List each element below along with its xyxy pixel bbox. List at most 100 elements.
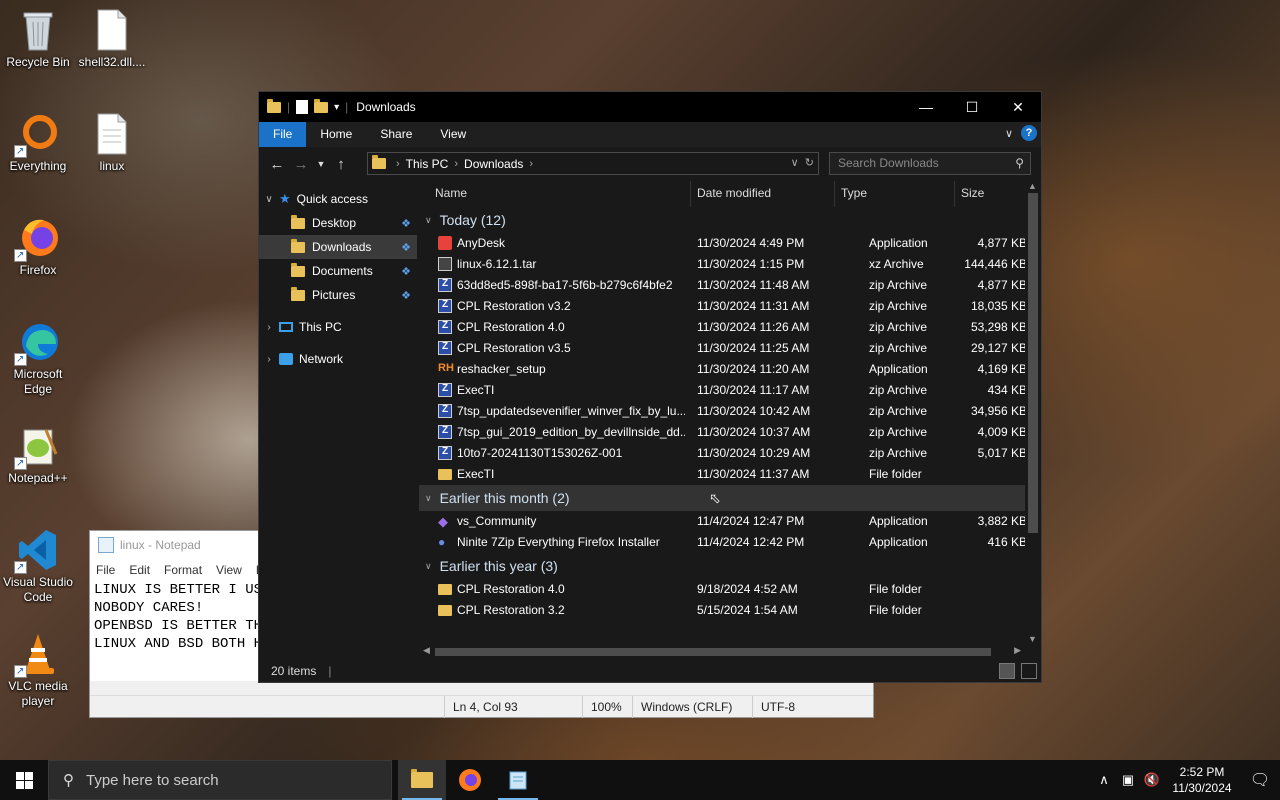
file-name: CPL Restoration v3.5: [457, 341, 571, 355]
file-row[interactable]: 7tsp_gui_2019_edition_by_devillnside_dd.…: [419, 422, 1025, 443]
group-header-earlier-year[interactable]: ∨ Earlier this year (3): [419, 553, 1025, 579]
back-arrow-icon[interactable]: ←: [265, 156, 289, 173]
help-icon[interactable]: ?: [1021, 125, 1037, 141]
horizontal-scrollbar[interactable]: ◀ ▶: [419, 644, 1025, 660]
volume-muted-icon[interactable]: 🔇: [1140, 772, 1164, 788]
scroll-right-arrow-icon[interactable]: ▶: [1014, 645, 1021, 656]
desktop-icon-firefox[interactable]: Firefox: [0, 216, 76, 278]
notepad-menu-view[interactable]: View: [216, 563, 242, 577]
scroll-up-arrow-icon[interactable]: ▲: [1028, 181, 1037, 191]
file-row[interactable]: ● Ninite 7Zip Everything Firefox Installe…: [419, 532, 1025, 553]
breadcrumb-downloads[interactable]: Downloads: [464, 157, 523, 171]
group-header-today[interactable]: ∨ Today (12): [419, 207, 1025, 233]
chevron-right-icon[interactable]: ›: [259, 354, 279, 365]
scrollbar-thumb[interactable]: [1028, 193, 1038, 533]
breadcrumb-separator[interactable]: ›: [396, 158, 400, 170]
search-input[interactable]: Search Downloads ⚲: [829, 152, 1031, 175]
explorer-title-bar[interactable]: | ▾ | Downloads — ☐ ✕: [259, 92, 1041, 122]
breadcrumb-this-pc[interactable]: This PC: [406, 157, 449, 171]
file-explorer-window[interactable]: | ▾ | Downloads — ☐ ✕ File Home Share Vi…: [258, 91, 1042, 683]
file-row[interactable]: RH reshacker_setup 11/30/2024 11:20 AM Appl…: [419, 359, 1025, 380]
desktop-icon-linux[interactable]: linux: [74, 112, 150, 174]
chevron-up-icon[interactable]: ∧: [1092, 772, 1116, 788]
column-header-date[interactable]: Date modified: [691, 181, 835, 207]
address-dropdown-refresh[interactable]: ∨ ↻: [791, 156, 814, 169]
file-row[interactable]: 7tsp_updatedsevenifier_winver_fix_by_lu.…: [419, 401, 1025, 422]
scroll-left-arrow-icon[interactable]: ◀: [423, 645, 430, 656]
customize-toolbar-icon[interactable]: ▾: [334, 102, 339, 113]
zip-icon: [438, 299, 452, 313]
chevron-right-icon[interactable]: ›: [259, 322, 279, 333]
column-header-size[interactable]: Size: [955, 181, 1025, 207]
file-row[interactable]: ExecTI 11/30/2024 11:17 AM zip Archive 434 …: [419, 380, 1025, 401]
nav-downloads[interactable]: Downloads ❖: [259, 235, 417, 259]
file-row[interactable]: ExecTI 11/30/2024 11:37 AM File folder: [419, 464, 1025, 485]
desktop-icon-label: VLC media player: [8, 679, 68, 708]
file-row[interactable]: CPL Restoration v3.2 11/30/2024 11:31 AM z…: [419, 296, 1025, 317]
nav-network[interactable]: › Network: [259, 347, 417, 371]
file-row[interactable]: CPL Restoration 3.2 5/15/2024 1:54 AM File…: [419, 600, 1025, 621]
file-row[interactable]: linux-6.12.1.tar 11/30/2024 1:15 PM xz Arc…: [419, 254, 1025, 275]
column-header-name[interactable]: Name: [429, 181, 691, 207]
chevron-down-icon[interactable]: ∨: [259, 194, 279, 205]
column-header-type[interactable]: Type: [835, 181, 955, 207]
large-icons-view-button[interactable]: [1021, 663, 1037, 679]
breadcrumb-separator[interactable]: ›: [529, 158, 533, 170]
file-list[interactable]: Name Date modified Type Size ∨ Today (12…: [419, 181, 1025, 644]
new-folder-icon[interactable]: [314, 98, 329, 113]
group-header-earlier-month[interactable]: ∨ Earlier this month (2) ⬁: [419, 485, 1025, 511]
tab-home[interactable]: Home: [306, 122, 366, 147]
nav-desktop[interactable]: Desktop ❖: [259, 211, 417, 235]
taskbar-search-box[interactable]: ⚲ Type here to search: [48, 760, 392, 800]
expand-ribbon-icon[interactable]: ∨: [1005, 127, 1013, 140]
nav-label: This PC: [299, 320, 342, 334]
notepad-menu-format[interactable]: Format: [164, 563, 202, 577]
maximize-button[interactable]: ☐: [949, 92, 995, 122]
file-row[interactable]: ◆ vs_Community 11/4/2024 12:47 PM Applicati…: [419, 511, 1025, 532]
start-button[interactable]: [0, 760, 48, 800]
details-view-button[interactable]: [999, 663, 1015, 679]
file-size: 29,127 KB: [970, 341, 1025, 355]
breadcrumb-separator[interactable]: ›: [454, 158, 458, 170]
nav-pictures[interactable]: Pictures ❖: [259, 283, 417, 307]
up-arrow-icon[interactable]: ↑: [329, 156, 353, 173]
network-icon[interactable]: ▣: [1116, 772, 1140, 788]
desktop-icon-edge[interactable]: Microsoft Edge: [0, 320, 76, 397]
tab-file[interactable]: File: [259, 122, 307, 147]
forward-arrow-icon[interactable]: →: [289, 156, 313, 173]
nav-quick-access[interactable]: ∨ ★ Quick access: [259, 187, 417, 211]
scroll-down-arrow-icon[interactable]: ▼: [1028, 634, 1037, 644]
taskbar-firefox[interactable]: [446, 760, 494, 800]
nav-this-pc[interactable]: › This PC: [259, 315, 417, 339]
file-row[interactable]: 10to7-20241130T153026Z-001 11/30/2024 10:…: [419, 443, 1025, 464]
desktop-icon-shell32[interactable]: shell32.dll....: [74, 8, 150, 70]
minimize-button[interactable]: —: [903, 92, 949, 122]
tab-share[interactable]: Share: [366, 122, 426, 147]
address-bar[interactable]: › This PC › Downloads › ∨ ↻: [367, 152, 819, 175]
scrollbar-thumb[interactable]: [435, 648, 991, 656]
file-row[interactable]: CPL Restoration 4.0 9/18/2024 4:52 AM File…: [419, 579, 1025, 600]
desktop-icon-notepadpp[interactable]: Notepad++: [0, 424, 76, 486]
nav-documents[interactable]: Documents ❖: [259, 259, 417, 283]
taskbar-notepad[interactable]: [494, 760, 542, 800]
desktop-icon-everything[interactable]: Everything: [0, 112, 76, 174]
notification-icon[interactable]: 🗨: [1240, 770, 1280, 790]
recycle-bin-icon: [16, 8, 60, 52]
close-button[interactable]: ✕: [995, 92, 1041, 122]
clock[interactable]: 2:52 PM 11/30/2024: [1164, 764, 1240, 796]
tab-view[interactable]: View: [426, 122, 480, 147]
file-row[interactable]: CPL Restoration 4.0 11/30/2024 11:26 AM zi…: [419, 317, 1025, 338]
file-row[interactable]: 63dd8ed5-898f-ba17-5f6b-b279c6f4bfe2 11/3…: [419, 275, 1025, 296]
desktop-icon-recycle-bin[interactable]: Recycle Bin: [0, 8, 76, 70]
file-row[interactable]: CPL Restoration v3.5 11/30/2024 11:25 AM z…: [419, 338, 1025, 359]
properties-icon[interactable]: [296, 100, 309, 114]
recent-locations-chevron-icon[interactable]: ▼: [313, 159, 329, 169]
desktop-icon-vlc[interactable]: VLC media player: [0, 632, 76, 709]
desktop-icon-vscode[interactable]: Visual Studio Code: [0, 528, 76, 605]
vertical-scrollbar[interactable]: ▲ ▼: [1025, 181, 1041, 644]
file-row[interactable]: AnyDesk 11/30/2024 4:49 PM Application 4,87…: [419, 233, 1025, 254]
taskbar-file-explorer[interactable]: [398, 760, 446, 800]
notepad-menu-edit[interactable]: Edit: [129, 563, 150, 577]
desktop-icon-label: shell32.dll....: [78, 55, 146, 69]
notepad-menu-file[interactable]: File: [96, 563, 115, 577]
